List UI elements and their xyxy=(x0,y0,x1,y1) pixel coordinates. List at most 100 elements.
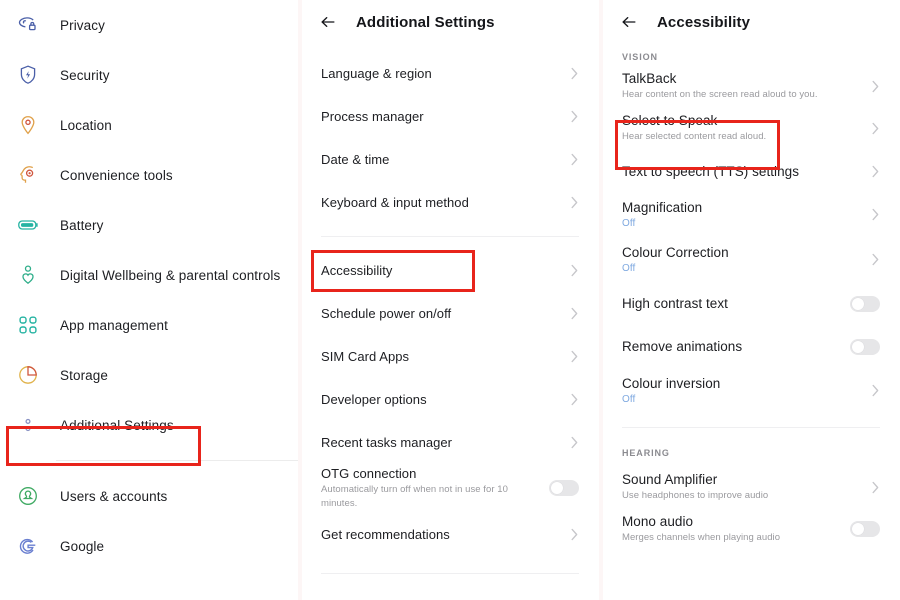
sidebar-item-label: Digital Wellbeing & parental controls xyxy=(60,267,281,283)
chevron-right-icon xyxy=(871,252,880,267)
row-title: Select to Speak xyxy=(622,113,718,128)
row-sound-amplifier[interactable]: Sound Amplifier Use headphones to improv… xyxy=(603,466,900,508)
mono-audio-toggle[interactable] xyxy=(850,521,880,537)
sidebar-item-users-accounts[interactable]: Users & accounts xyxy=(0,471,298,521)
row-select-to-speak[interactable]: Select to Speak Hear selected content re… xyxy=(603,106,900,150)
row-accessibility[interactable]: Accessibility xyxy=(302,249,599,292)
location-pin-icon xyxy=(16,113,40,137)
row-title: Remove animations xyxy=(622,339,743,354)
chevron-right-icon xyxy=(871,164,880,179)
sidebar-item-convenience-tools[interactable]: Convenience tools xyxy=(0,150,298,200)
additional-settings-panel: Additional Settings Language & region Pr… xyxy=(302,0,599,600)
accessibility-panel: Accessibility VISION TalkBack Hear conte… xyxy=(603,0,900,600)
row-state-value: Off xyxy=(622,262,636,274)
row-title: Sound Amplifier xyxy=(622,472,718,487)
sidebar-item-additional-settings[interactable]: Additional Settings xyxy=(0,400,298,450)
chevron-right-icon xyxy=(570,392,579,407)
row-subtitle: Use headphones to improve audio xyxy=(622,490,769,501)
high-contrast-text-toggle[interactable] xyxy=(850,295,880,312)
row-title: Mono audio xyxy=(622,514,694,529)
row-language-region[interactable]: Language & region xyxy=(302,52,599,95)
digital-wellbeing-icon xyxy=(16,263,40,287)
remove-animations-toggle[interactable] xyxy=(850,338,880,355)
row-title: Colour Correction xyxy=(622,244,729,260)
row-title: SIM Card Apps xyxy=(321,349,410,364)
sidebar-item-security[interactable]: Security xyxy=(0,50,298,100)
back-arrow-icon[interactable] xyxy=(318,12,338,32)
settings-three-pane-screen: Privacy Security Location Convenience to… xyxy=(0,0,900,600)
row-title: OTG connection xyxy=(321,466,417,481)
row-date-time[interactable]: Date & time xyxy=(302,138,599,181)
privacy-icon xyxy=(16,13,40,37)
row-high-contrast-text[interactable]: High contrast text xyxy=(603,282,900,325)
users-accounts-icon xyxy=(16,484,40,508)
row-state-value: Off xyxy=(622,393,636,405)
row-subtitle: Merges channels when playing audio xyxy=(622,532,781,543)
sidebar-item-battery[interactable]: Battery xyxy=(0,200,298,250)
sidebar-item-location[interactable]: Location xyxy=(0,100,298,150)
row-remove-animations[interactable]: Remove animations xyxy=(603,325,900,368)
row-process-manager[interactable]: Process manager xyxy=(302,95,599,138)
sidebar-list: Privacy Security Location Convenience to… xyxy=(0,0,298,571)
row-otg-connection[interactable]: OTG connection Automatically turn off wh… xyxy=(302,464,599,512)
row-mono-audio[interactable]: Mono audio Merges channels when playing … xyxy=(603,508,900,550)
sidebar-item-label: Location xyxy=(60,117,112,133)
row-title: Magnification xyxy=(622,199,703,215)
additional-settings-header: Additional Settings xyxy=(302,0,599,44)
row-title: Date & time xyxy=(321,152,390,167)
chevron-right-icon xyxy=(570,349,579,364)
group-divider xyxy=(622,427,880,428)
chevron-right-icon xyxy=(570,152,579,167)
row-title: Accessibility xyxy=(321,263,393,278)
back-arrow-icon[interactable] xyxy=(619,12,639,32)
row-schedule-power-on-off[interactable]: Schedule power on/off xyxy=(302,292,599,335)
accessibility-header: Accessibility xyxy=(603,0,900,44)
row-text-to-speech-settings[interactable]: Text to speech (TTS) settings xyxy=(603,150,900,192)
sidebar-item-label: Users & accounts xyxy=(60,488,168,504)
sidebar-item-app-management[interactable]: App management xyxy=(0,300,298,350)
row-colour-correction[interactable]: Colour Correction Off xyxy=(603,237,900,282)
row-get-recommendations[interactable]: Get recommendations xyxy=(302,512,599,557)
storage-pie-icon xyxy=(16,363,40,387)
convenience-tools-icon xyxy=(16,163,40,187)
row-title: Developer options xyxy=(321,392,427,407)
sidebar-divider xyxy=(56,460,298,461)
row-sim-card-apps[interactable]: SIM Card Apps xyxy=(302,335,599,378)
app-management-icon xyxy=(16,313,40,337)
google-icon xyxy=(16,534,40,558)
row-title: Colour inversion xyxy=(622,375,721,391)
chevron-right-icon xyxy=(871,207,880,222)
battery-icon xyxy=(16,213,40,237)
chevron-right-icon xyxy=(570,263,579,278)
row-title: TalkBack xyxy=(622,71,677,86)
row-talkback[interactable]: TalkBack Hear content on the screen read… xyxy=(603,66,900,106)
sidebar-item-privacy[interactable]: Privacy xyxy=(0,0,298,50)
sidebar-item-label: Security xyxy=(60,67,110,83)
additional-settings-list: Language & region Process manager Date &… xyxy=(302,44,599,574)
page-title: Accessibility xyxy=(657,13,751,31)
row-subtitle: Automatically turn off when not in use f… xyxy=(321,484,508,509)
section-header-vision: VISION xyxy=(622,52,658,62)
sidebar-item-storage[interactable]: Storage xyxy=(0,350,298,400)
row-title: Process manager xyxy=(321,109,424,124)
row-colour-inversion[interactable]: Colour inversion Off xyxy=(603,368,900,413)
row-title: Recent tasks manager xyxy=(321,435,453,450)
accessibility-list: VISION TalkBack Hear content on the scre… xyxy=(603,44,900,550)
sidebar-item-digital-wellbeing[interactable]: Digital Wellbeing & parental controls xyxy=(0,250,298,300)
chevron-right-icon xyxy=(871,121,880,136)
row-title: Language & region xyxy=(321,66,432,81)
otg-connection-toggle[interactable] xyxy=(549,480,579,496)
row-title: Keyboard & input method xyxy=(321,195,469,210)
sidebar-item-label: Privacy xyxy=(60,17,105,33)
sidebar-item-label: Storage xyxy=(60,367,108,383)
sidebar-item-google[interactable]: Google xyxy=(0,521,298,571)
group-divider-bottom xyxy=(321,573,579,574)
chevron-right-icon xyxy=(570,435,579,450)
row-developer-options[interactable]: Developer options xyxy=(302,378,599,421)
sidebar-item-label: Additional Settings xyxy=(60,417,174,433)
sidebar-item-label: Convenience tools xyxy=(60,167,173,183)
row-recent-tasks-manager[interactable]: Recent tasks manager xyxy=(302,421,599,464)
row-keyboard-input-method[interactable]: Keyboard & input method xyxy=(302,181,599,224)
row-subtitle: Hear content on the screen read aloud to… xyxy=(622,89,818,100)
row-magnification[interactable]: Magnification Off xyxy=(603,192,900,237)
